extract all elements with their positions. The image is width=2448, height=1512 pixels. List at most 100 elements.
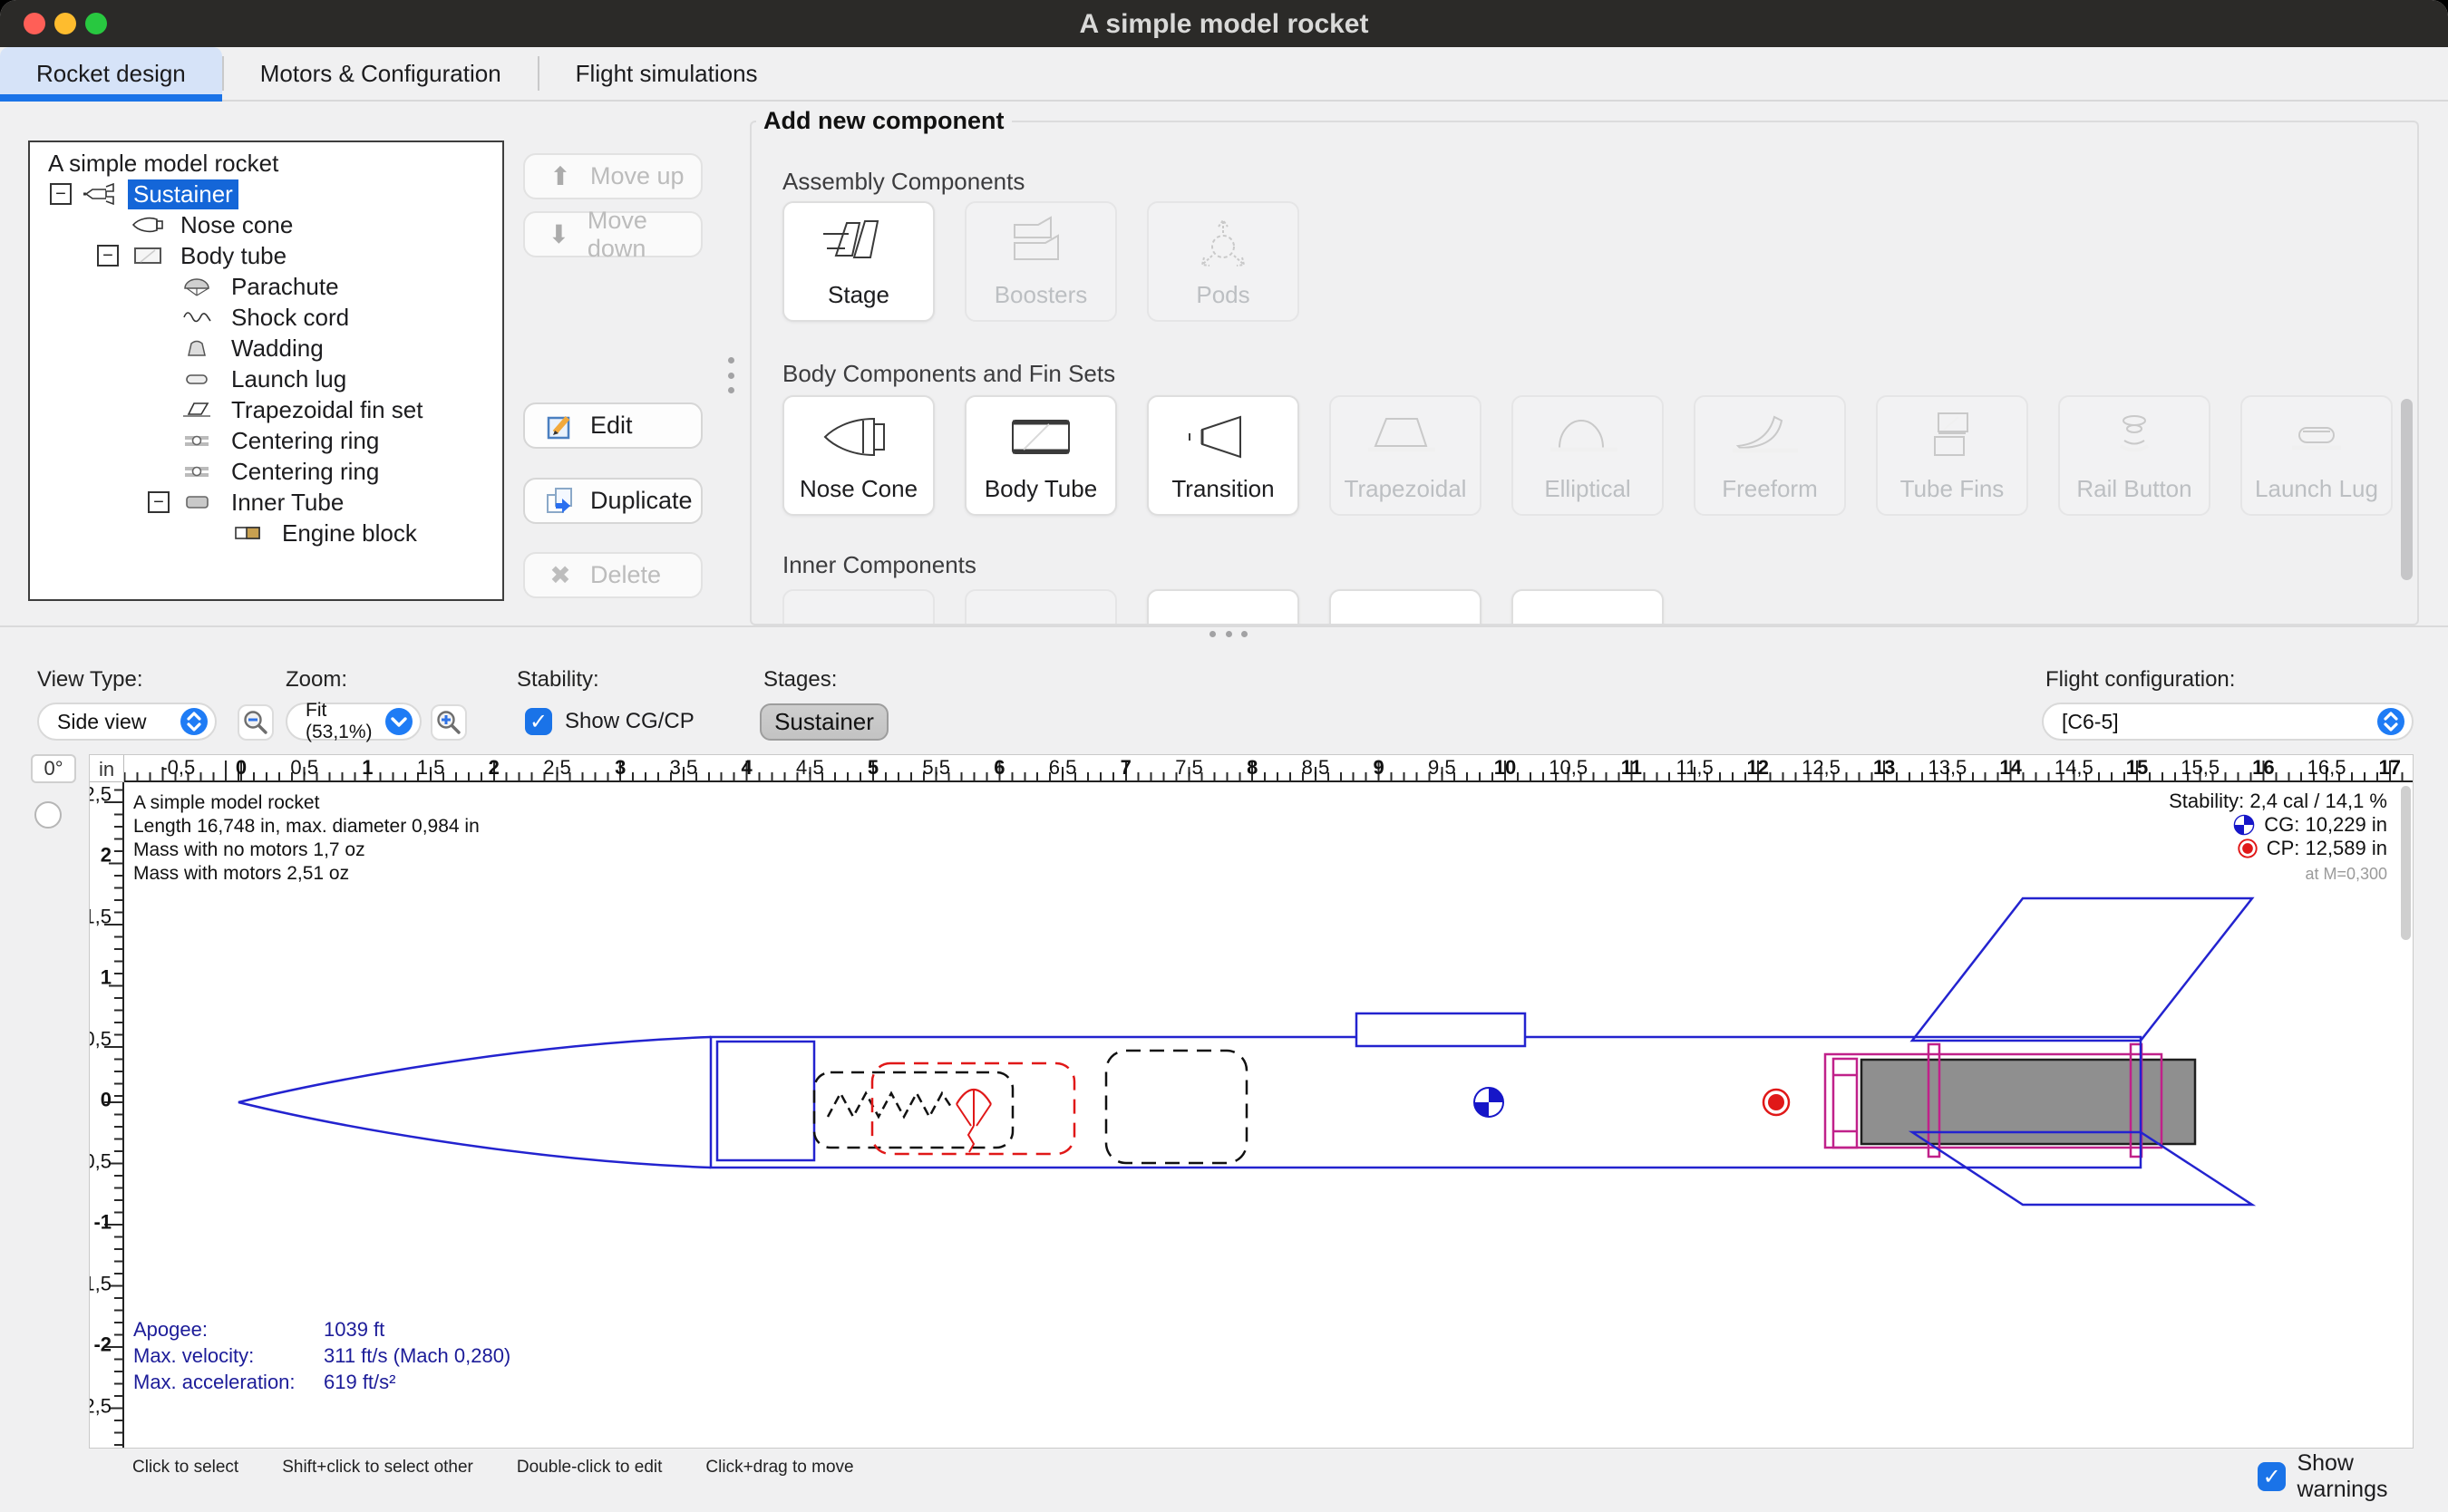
h-ruler-label: 4,5 [796, 756, 824, 780]
add-nose-cone-button[interactable]: Nose Cone [782, 395, 935, 516]
add-component-title: Add new component [756, 107, 1012, 135]
move-down-button[interactable]: ⬇ Move down [523, 211, 703, 257]
flight-data-block: Apogee:1039 ft Max. velocity:311 ft/s (M… [133, 1316, 510, 1395]
h-ruler-label: 5,5 [922, 756, 950, 780]
zoom-in-button[interactable] [431, 704, 467, 741]
add-tube-fins-button[interactable]: Tube Fins [1876, 395, 2028, 516]
airframe-outline [238, 898, 2252, 1205]
cp-icon [2238, 838, 2258, 858]
tree-item-engine-block[interactable]: Engine block [30, 518, 502, 548]
window-title: A simple model rocket [0, 9, 2448, 40]
tree-item-trapezoidal-fin-set[interactable]: Trapezoidal fin set [30, 394, 502, 425]
tree-item-centering-ring[interactable]: Centering ring [30, 425, 502, 456]
flight-config-select[interactable]: [C6-5] [2042, 703, 2414, 741]
hint-text: Double-click to edit [517, 1458, 663, 1478]
add-body-tube-button[interactable]: Body Tube [965, 395, 1117, 516]
add-pods-button[interactable]: Pods [1147, 201, 1299, 322]
tree-expander-icon[interactable]: − [50, 183, 72, 205]
h-ruler-label: 1,5 [417, 756, 445, 780]
tree-item-parachute[interactable]: Parachute [30, 271, 502, 302]
tree-item-shock-cord[interactable]: Shock cord [30, 302, 502, 333]
tree-item-wadding[interactable]: Wadding [30, 333, 502, 363]
show-cgcp-control[interactable]: ✓ Show CG/CP [525, 708, 695, 735]
card-label: Trapezoidal [1345, 475, 1467, 503]
zoom-out-button[interactable] [238, 704, 274, 741]
horizontal-ruler: -0,500,511,522,533,544,555,566,577,588,5… [124, 755, 2414, 782]
move-up-label: Move up [590, 162, 685, 190]
add-stage-button[interactable]: Stage [782, 201, 935, 322]
add-freeform-button[interactable]: Freeform [1694, 395, 1846, 516]
add-transition-button[interactable]: Transition [1147, 395, 1299, 516]
stability-value: Stability: 2,4 cal / 14,1 % [2169, 790, 2387, 813]
tree-item-label: Inner Tube [226, 488, 349, 518]
edit-button[interactable]: Edit [523, 402, 703, 449]
show-warnings-label: Show warnings [2297, 1450, 2448, 1503]
launch-lug-icon [177, 367, 217, 391]
bulkhead-icon [1000, 602, 1082, 625]
tree-item-sustainer[interactable]: − Sustainer [30, 179, 502, 209]
chevron-down-icon [384, 706, 414, 737]
tree-item-label: Centering ring [226, 426, 384, 456]
h-ruler-label: 12 [1747, 756, 1769, 780]
h-ruler-label: 7,5 [1175, 756, 1203, 780]
stages-label: Stages: [763, 667, 837, 693]
add-rail-button-button[interactable]: Rail Button [2058, 395, 2210, 516]
canvas-scrollbar[interactable] [2401, 786, 2411, 940]
add-tube-coupler-button[interactable] [782, 589, 935, 625]
rotation-angle-field[interactable]: 0° [31, 754, 76, 783]
body-tube-icon [126, 244, 166, 267]
add-centering-ring-button[interactable] [1329, 589, 1481, 625]
h-ruler-label: 4 [741, 756, 752, 780]
show-warnings-checkbox[interactable]: ✓ [2258, 1462, 2286, 1491]
tab-flight-simulations[interactable]: Flight simulations [539, 47, 794, 100]
rocket-info-line: Mass with no motors 1,7 oz [133, 838, 480, 862]
horizontal-splitter-handle[interactable] [1209, 631, 1248, 637]
tree-item-inner-tube[interactable]: − Inner Tube [30, 487, 502, 518]
trapezoidal-icon [1365, 408, 1446, 473]
tree-item-nose-cone[interactable]: Nose cone [30, 209, 502, 240]
centering-ring-icon [177, 460, 217, 483]
tree-item-launch-lug[interactable]: Launch lug [30, 363, 502, 394]
move-up-button[interactable]: ⬆ Move up [523, 153, 703, 199]
tree-item-root[interactable]: A simple model rocket [30, 148, 502, 179]
zoom-select[interactable]: Fit (53,1%) [286, 703, 422, 741]
add-trapezoidal-button[interactable]: Trapezoidal [1329, 395, 1481, 516]
tab-rocket-design[interactable]: Rocket design [0, 47, 222, 100]
tree-item-label: Engine block [277, 519, 423, 548]
h-ruler-label: 0,5 [290, 756, 318, 780]
add-panel-scrollbar[interactable] [2401, 399, 2413, 580]
component-tree[interactable]: A simple model rocket − SustainerNose cone… [28, 141, 504, 601]
tab-motors-configuration[interactable]: Motors & Configuration [224, 47, 538, 100]
view-type-select[interactable]: Side view [37, 703, 217, 741]
rotation-dial[interactable] [34, 801, 62, 829]
v-ruler-label: 1,5 [89, 905, 112, 928]
rocket-canvas[interactable]: in -0,500,511,522,533,544,555,566,577,58… [89, 754, 2414, 1449]
show-warnings-control[interactable]: ✓ Show warnings [2258, 1450, 2448, 1503]
delete-button[interactable]: ✖ Delete [523, 552, 703, 598]
add-boosters-button[interactable]: Boosters [965, 201, 1117, 322]
section-label-assembly-components: Assembly Components [782, 168, 1025, 196]
parachute-outline [872, 1063, 1074, 1154]
add-engine-block-button[interactable] [1511, 589, 1664, 625]
cg-icon [2233, 814, 2255, 836]
vertical-splitter-handle[interactable] [728, 357, 735, 393]
rocket-info-line: Length 16,748 in, max. diameter 0,984 in [133, 815, 480, 838]
duplicate-button[interactable]: Duplicate [523, 478, 703, 524]
add-elliptical-button[interactable]: Elliptical [1511, 395, 1664, 516]
tree-item-body-tube[interactable]: −Body tube [30, 240, 502, 271]
tree-item-centering-ring[interactable]: Centering ring [30, 456, 502, 487]
card-row [782, 589, 1664, 625]
tree-expander-icon[interactable]: − [97, 245, 119, 267]
tree-expander-icon[interactable]: − [148, 491, 170, 513]
show-cgcp-checkbox[interactable]: ✓ [525, 708, 552, 735]
tree-item-label: Sustainer [128, 179, 238, 209]
apogee-label: Apogee: [133, 1316, 324, 1342]
add-bulkhead-button[interactable] [965, 589, 1117, 625]
boosters-icon [1000, 214, 1082, 279]
arrow-up-icon: ⬆ [545, 161, 576, 192]
h-ruler-label: 15 [2126, 756, 2148, 780]
card-label: Tube Fins [1900, 475, 2005, 503]
add-inner-tube-button[interactable] [1147, 589, 1299, 625]
stage-toggle-sustainer[interactable]: Sustainer [760, 703, 889, 741]
add-launch-lug-button[interactable]: Launch Lug [2240, 395, 2393, 516]
